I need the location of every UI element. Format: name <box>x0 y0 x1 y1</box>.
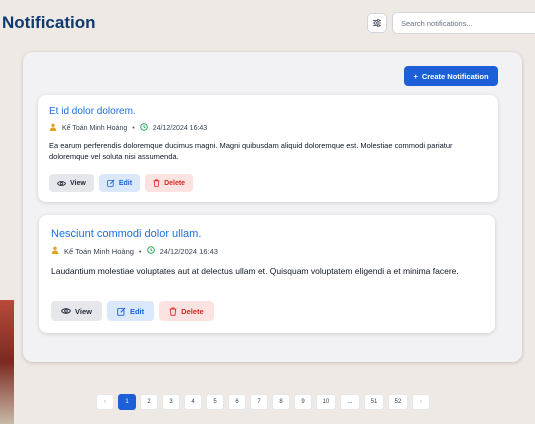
page-button[interactable]: 8 <box>272 394 290 410</box>
edit-icon <box>117 307 126 316</box>
edit-button[interactable]: Edit <box>106 301 155 321</box>
page-button[interactable]: 10 <box>316 394 336 410</box>
trash-icon <box>169 306 177 316</box>
background-decoration <box>0 300 14 424</box>
edit-label: Edit <box>129 306 145 316</box>
meta-separator: • <box>138 246 142 256</box>
sliders-icon <box>373 18 381 28</box>
view-button[interactable]: View <box>51 301 102 321</box>
notification-description: Ea earum perferendis doloremque ducimus … <box>49 141 453 161</box>
author-name: Kế Toán Minh Hoàng <box>64 246 134 256</box>
timestamp: 24/12/2024 16:43 <box>159 246 218 256</box>
page-button[interactable]: 3 <box>162 394 180 410</box>
user-icon <box>49 123 57 133</box>
next-page-button[interactable]: › <box>412 394 430 410</box>
card-actions: View Edit Delete <box>51 301 214 321</box>
notification-meta: Kế Toán Minh Hoàng • 24/12/2024 16:43 <box>51 246 218 256</box>
delete-button[interactable]: Delete <box>145 174 194 192</box>
view-button[interactable]: View <box>49 174 94 192</box>
edit-label: Edit <box>118 179 133 187</box>
eye-icon <box>61 308 71 314</box>
create-notification-button[interactable]: + Create Notification <box>404 66 498 86</box>
view-label: View <box>70 179 86 187</box>
edit-icon <box>107 179 115 187</box>
delete-label: Delete <box>164 179 186 187</box>
page-header: Notification <box>0 0 535 46</box>
page-button[interactable]: 7 <box>250 394 268 410</box>
prev-page-button[interactable]: ‹ <box>96 394 114 410</box>
notification-title[interactable]: Et id dolor dolorem. <box>49 106 136 117</box>
author-name: Kế Toán Minh Hoàng <box>62 124 128 132</box>
user-icon <box>51 246 59 256</box>
page-button[interactable]: 4 <box>184 394 202 410</box>
page-button[interactable]: 1 <box>118 394 136 410</box>
eye-icon <box>57 180 66 186</box>
card-actions: View Edit Delete <box>49 174 194 192</box>
delete-label: Delete <box>181 306 204 316</box>
pagination: ‹ 1 2 3 4 5 6 7 8 9 10 ... 51 52 › <box>96 394 430 410</box>
page-button[interactable]: 6 <box>228 394 246 410</box>
delete-button[interactable]: Delete <box>159 301 214 321</box>
plus-icon: + <box>413 71 418 81</box>
clock-icon <box>146 246 155 256</box>
edit-button[interactable]: Edit <box>98 174 141 192</box>
create-notification-label: Create Notification <box>421 71 489 81</box>
page-button[interactable]: 2 <box>140 394 158 410</box>
timestamp: 24/12/2024 16:43 <box>152 124 208 132</box>
notification-card: Nesciunt commodi dolor ullam. Kế Toán Mi… <box>39 215 495 333</box>
notification-description: Laudantium molestiae voluptates aut at d… <box>51 266 459 276</box>
view-label: View <box>75 306 92 316</box>
search-input[interactable] <box>392 12 535 34</box>
page-title: Notification <box>2 13 96 32</box>
page-button[interactable]: 9 <box>294 394 312 410</box>
notification-card: Et id dolor dolorem. Kế Toán Minh Hoàng … <box>38 95 498 202</box>
notification-meta: Kế Toán Minh Hoàng • 24/12/2024 16:43 <box>49 123 207 133</box>
page-button[interactable]: 51 <box>364 394 384 410</box>
meta-separator: • <box>132 124 135 132</box>
filter-button[interactable] <box>367 13 387 33</box>
clock-icon <box>139 123 148 133</box>
page-button[interactable]: 52 <box>388 394 408 410</box>
page-button[interactable]: 5 <box>206 394 224 410</box>
trash-icon <box>153 179 160 187</box>
page-ellipsis: ... <box>340 394 360 410</box>
notification-title[interactable]: Nesciunt commodi dolor ullam. <box>51 228 201 240</box>
